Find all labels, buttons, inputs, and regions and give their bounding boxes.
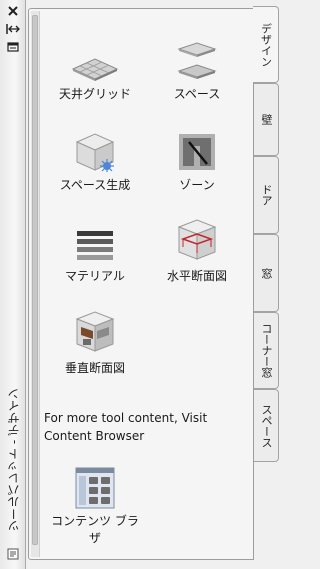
tool-zone[interactable]: ゾーン <box>147 124 247 193</box>
content-browser-icon <box>45 461 145 509</box>
tab-corner-window[interactable]: コーナー窓 <box>254 312 279 389</box>
ceiling-grid-icon <box>45 33 145 81</box>
tab-wall[interactable]: 壁 <box>254 83 279 156</box>
space-generate-icon <box>45 124 145 172</box>
tool-space[interactable]: スペース <box>147 33 247 102</box>
properties-menu-icon[interactable] <box>6 41 20 53</box>
content-browser-note: For more tool content, Visit Content Bro… <box>44 411 208 443</box>
tab-design[interactable]: デザイン <box>253 6 279 83</box>
close-icon[interactable] <box>6 5 20 17</box>
tool-material[interactable]: マテリアル <box>45 215 145 284</box>
tab-label: コーナー窓 <box>260 323 273 378</box>
tool-palette-panel: 天井グリッド スペース スペース生成 ゾーン マテリアル 水平断面図 垂直断面図… <box>28 8 254 560</box>
tool-label: 垂直断面図 <box>64 361 125 375</box>
content-browser-button[interactable]: コンテンツ ブラザ <box>45 461 145 547</box>
palette-settings-icon[interactable] <box>6 548 20 560</box>
tool-label: スペース <box>173 87 221 101</box>
tab-door[interactable]: ドア <box>254 156 279 234</box>
palette-title-text: ツールパレット - デザイン <box>6 388 21 532</box>
space-icon <box>147 33 247 81</box>
vertical-section-icon <box>45 307 145 355</box>
tool-space-generate[interactable]: スペース生成 <box>45 124 145 193</box>
tool-vertical-section[interactable]: 垂直断面図 <box>45 307 145 376</box>
palette-tabs: デザイン 壁 ドア 窓 コーナー窓 スペース <box>253 0 280 569</box>
tool-horizontal-section[interactable]: 水平断面図 <box>147 215 247 284</box>
tool-label: 水平断面図 <box>166 269 227 283</box>
tool-label: マテリアル <box>65 269 125 283</box>
palette-title: ツールパレット - デザイン <box>0 365 26 555</box>
scrollbar[interactable] <box>31 11 40 557</box>
tool-ceiling-grid[interactable]: 天井グリッド <box>45 33 145 102</box>
tab-label: ドア <box>260 184 273 206</box>
tab-label: 壁 <box>260 114 273 125</box>
tab-label: 窓 <box>260 267 273 279</box>
tool-label: スペース生成 <box>59 178 131 192</box>
tool-label: 天井グリッド <box>58 87 131 101</box>
autohide-icon[interactable] <box>6 23 20 35</box>
tool-label: ゾーン <box>179 178 215 192</box>
content-browser-label: コンテンツ ブラザ <box>51 514 139 545</box>
zone-icon <box>147 124 247 172</box>
palette-title-strip: ツールパレット - デザイン <box>0 0 26 569</box>
tab-label: デザイン <box>259 22 273 67</box>
material-icon <box>45 215 145 263</box>
horizontal-section-icon <box>147 215 247 263</box>
tab-label: スペース <box>260 403 273 448</box>
scrollbar-thumb[interactable] <box>32 15 38 545</box>
tab-window[interactable]: 窓 <box>254 234 279 312</box>
tab-space[interactable]: スペース <box>254 389 279 462</box>
